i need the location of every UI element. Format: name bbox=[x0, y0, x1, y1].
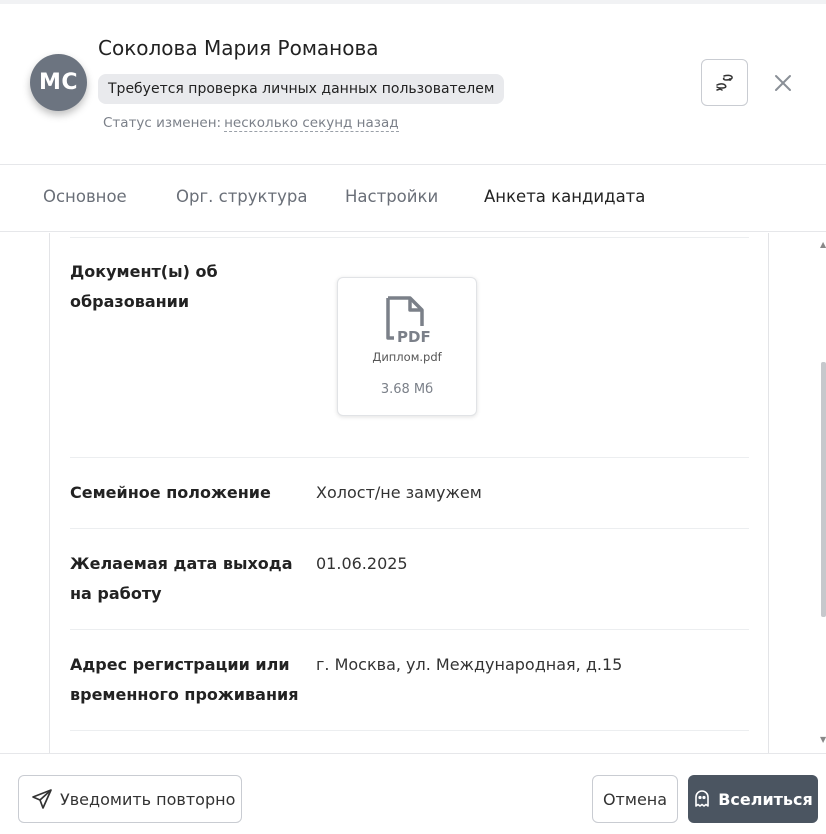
divider bbox=[70, 730, 749, 731]
status-badge: Требуется проверка личных данных пользов… bbox=[98, 74, 505, 104]
footer-bar: Уведомить повторно Отмена Вселиться bbox=[0, 753, 826, 834]
file-name: Диплом.pdf bbox=[372, 350, 442, 364]
scroll-up-arrow[interactable]: ▲ bbox=[820, 240, 826, 249]
divider bbox=[70, 237, 749, 238]
education-label: Документ(ы) об образовании bbox=[70, 262, 218, 311]
status-line: Статус изменен: несколько секунд назад bbox=[103, 115, 399, 132]
tab-main[interactable]: Основное bbox=[43, 187, 127, 206]
divider bbox=[70, 629, 749, 630]
cancel-button[interactable]: Отмена bbox=[592, 775, 678, 823]
start-date-value: 01.06.2025 bbox=[316, 554, 408, 573]
move-in-label: Вселиться bbox=[718, 789, 813, 809]
employee-name: Соколова Мария Романова bbox=[98, 36, 379, 60]
tab-candidate-form[interactable]: Анкета кандидата bbox=[484, 187, 645, 206]
divider bbox=[70, 457, 749, 458]
tab-org-structure[interactable]: Орг. структура bbox=[176, 187, 307, 206]
close-icon bbox=[775, 75, 791, 91]
avatar: МС bbox=[30, 54, 87, 111]
marital-status-label: Семейное положение bbox=[70, 483, 271, 502]
scrollbar-thumb[interactable] bbox=[821, 362, 826, 617]
tab-settings[interactable]: Настройки bbox=[345, 187, 438, 206]
start-date-label: Желаемая дата выхода на работу bbox=[70, 554, 293, 603]
status-time-link[interactable]: несколько секунд назад bbox=[224, 115, 399, 132]
candidate-form-panel: Документ(ы) об образовании PDF Диплом.pd… bbox=[49, 233, 769, 753]
status-prefix: Статус изменен: bbox=[103, 115, 222, 131]
pdf-type-label: PDF bbox=[397, 328, 430, 346]
close-button[interactable] bbox=[770, 70, 796, 96]
notify-again-button[interactable]: Уведомить повторно bbox=[18, 775, 242, 823]
address-label: Адрес регистрации или временного прожива… bbox=[70, 655, 299, 704]
address-value: г. Москва, ул. Международная, д.15 bbox=[316, 655, 623, 674]
footprints-button[interactable] bbox=[701, 59, 748, 106]
profile-header: МС Соколова Мария Романова Требуется про… bbox=[0, 4, 826, 165]
notify-again-label: Уведомить повторно bbox=[60, 789, 236, 809]
right-gutter bbox=[769, 233, 826, 753]
file-size: 3.68 Мб bbox=[380, 382, 434, 397]
divider bbox=[70, 528, 749, 529]
tab-bar: Основное Орг. структура Настройки Анкета… bbox=[0, 165, 826, 232]
move-in-button[interactable]: Вселиться bbox=[688, 775, 818, 823]
scroll-down-arrow[interactable]: ▼ bbox=[820, 735, 826, 744]
marital-status-value: Холост/не замужем bbox=[316, 483, 482, 502]
pdf-file-icon: PDF bbox=[386, 296, 430, 346]
ghost-icon bbox=[693, 790, 711, 808]
send-icon bbox=[31, 788, 53, 810]
footprints-icon bbox=[715, 74, 733, 91]
file-card[interactable]: PDF Диплом.pdf 3.68 Мб bbox=[337, 277, 477, 416]
